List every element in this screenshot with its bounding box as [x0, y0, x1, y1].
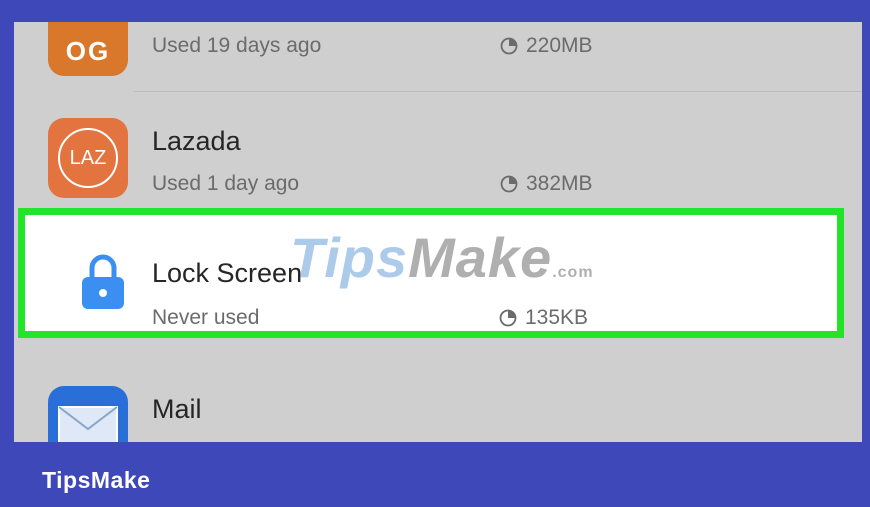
size-label: 135KB — [525, 306, 589, 329]
size-label: 382MB — [526, 172, 593, 195]
brand-label: TipsMake — [42, 467, 151, 493]
mail-app-icon — [48, 386, 128, 442]
storage-size: 382MB — [500, 172, 593, 196]
lock-icon — [82, 254, 124, 309]
oog-app-icon: OG — [48, 22, 128, 76]
list-item-lazada[interactable]: LAZ Lazada Used 1 day ago 382MB — [14, 92, 862, 222]
usage-text: Used 1 day ago — [152, 172, 300, 195]
usage-text: Used 19 days ago — [152, 34, 322, 57]
lazada-app-icon: LAZ — [48, 118, 128, 198]
storage-size: 220MB — [500, 34, 593, 58]
envelope-icon — [58, 406, 118, 442]
app-name: Mail — [152, 394, 202, 424]
list-item-mail[interactable]: Mail — [14, 362, 862, 442]
list-item[interactable]: OG Used 19 days ago 220MB — [14, 22, 862, 96]
size-label: 220MB — [526, 34, 593, 57]
app-name: Lock Screen — [152, 258, 303, 288]
storage-size: 135KB — [499, 306, 588, 330]
pie-chart-icon — [500, 37, 518, 55]
watermark: TipsMake.com — [290, 226, 594, 289]
pie-chart-icon — [500, 175, 518, 193]
usage-text: Never used — [152, 306, 260, 329]
pie-chart-icon — [499, 309, 517, 327]
app-name: Lazada — [152, 126, 241, 156]
